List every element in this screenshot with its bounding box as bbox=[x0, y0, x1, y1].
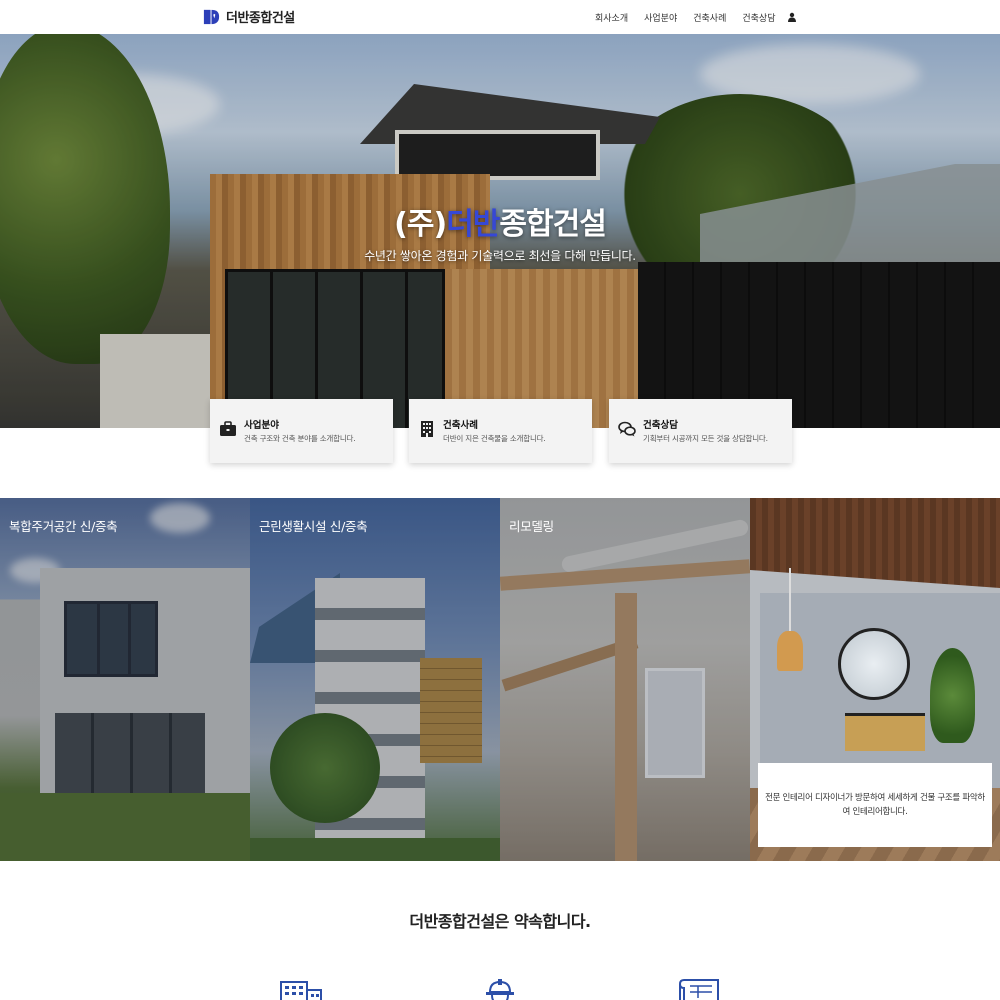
tile-label: 근린생활시설 신/증축 bbox=[259, 519, 368, 534]
main-nav: 회사소개 사업분야 건축사례 건축상담 bbox=[595, 11, 776, 24]
card-desc: 기획부터 시공까지 모든 것을 상담합니다. bbox=[643, 434, 768, 443]
ceiling-image bbox=[750, 498, 1000, 588]
plant-image bbox=[930, 648, 975, 743]
logo-mark-icon bbox=[203, 9, 220, 25]
logo[interactable]: 더반종합건설 bbox=[202, 7, 295, 26]
cabinet-image bbox=[845, 713, 925, 751]
tile-overlay bbox=[0, 498, 250, 861]
hero-title-suffix: 종합건설 bbox=[499, 207, 606, 242]
card-desc: 건축 구조와 건축 분야를 소개합니다. bbox=[244, 434, 356, 443]
card-title: 사업분야 bbox=[244, 420, 279, 431]
tile-description: 전문 인테리어 디자이너가 방문하여 세세하게 건물 구조를 파악하여 인테리어… bbox=[758, 763, 992, 847]
tile-label: 복합주거공간 신/증축 bbox=[9, 519, 118, 534]
lamp-wire bbox=[789, 568, 791, 632]
office-building-icon bbox=[280, 981, 322, 1000]
tile-remodeling[interactable]: 리모델링 bbox=[500, 498, 750, 861]
tile-interior[interactable]: 전문 인테리어 디자이너가 방문하여 세세하게 건물 구조를 파악하여 인테리어… bbox=[750, 498, 1000, 861]
hero-subtitle: 수년간 쌓아온 경험과 기술력으로 최선을 다해 만듭니다. bbox=[364, 249, 636, 263]
card-desc: 더반이 지은 건축물을 소개합니다. bbox=[443, 434, 546, 443]
hero-title: (주)더반종합건설 bbox=[0, 199, 1000, 243]
logo-text: 더반종합건설 bbox=[226, 11, 295, 26]
nav-item-company[interactable]: 회사소개 bbox=[595, 11, 628, 24]
nav-item-business[interactable]: 사업분야 bbox=[644, 11, 677, 24]
tile-label: 리모델링 bbox=[509, 519, 554, 534]
briefcase-icon bbox=[220, 421, 236, 436]
promise-title: 더반종합건설은 약속합니다. bbox=[409, 912, 591, 931]
tile-overlay bbox=[250, 498, 500, 861]
worker-icon bbox=[486, 979, 514, 1000]
hero-title-prefix: (주) bbox=[394, 207, 447, 242]
pendant-lamp-image bbox=[777, 631, 803, 671]
hero-title-accent: 더반 bbox=[446, 207, 500, 242]
nav-item-consult[interactable]: 건축상담 bbox=[742, 11, 775, 24]
feature-card-business[interactable]: 사업분야 건축 구조와 건축 분야를 소개합니다. bbox=[210, 399, 393, 463]
mirror-image bbox=[838, 628, 910, 700]
tile-overlay bbox=[500, 498, 750, 861]
building-icon bbox=[421, 421, 433, 437]
card-title: 건축상담 bbox=[643, 420, 678, 431]
feature-card-cases[interactable]: 건축사례 더반이 지은 건축물을 소개합니다. bbox=[409, 399, 592, 463]
chat-icon bbox=[618, 421, 636, 437]
nav-item-cases[interactable]: 건축사례 bbox=[693, 11, 726, 24]
tile-neighborhood[interactable]: 근린생활시설 신/증축 bbox=[250, 498, 500, 861]
tile-residential[interactable]: 복합주거공간 신/증축 bbox=[0, 498, 250, 861]
hero-banner: (주)더반종합건설 수년간 쌓아온 경험과 기술력으로 최선을 다해 만듭니다. bbox=[0, 34, 1000, 428]
feature-card-consult[interactable]: 건축상담 기획부터 시공까지 모든 것을 상담합니다. bbox=[609, 399, 792, 463]
card-title: 건축사례 bbox=[443, 420, 478, 431]
site-header: 더반종합건설 회사소개 사업분야 건축사례 건축상담 bbox=[0, 0, 1000, 34]
blueprint-icon bbox=[679, 979, 719, 1000]
user-icon[interactable] bbox=[787, 12, 797, 22]
